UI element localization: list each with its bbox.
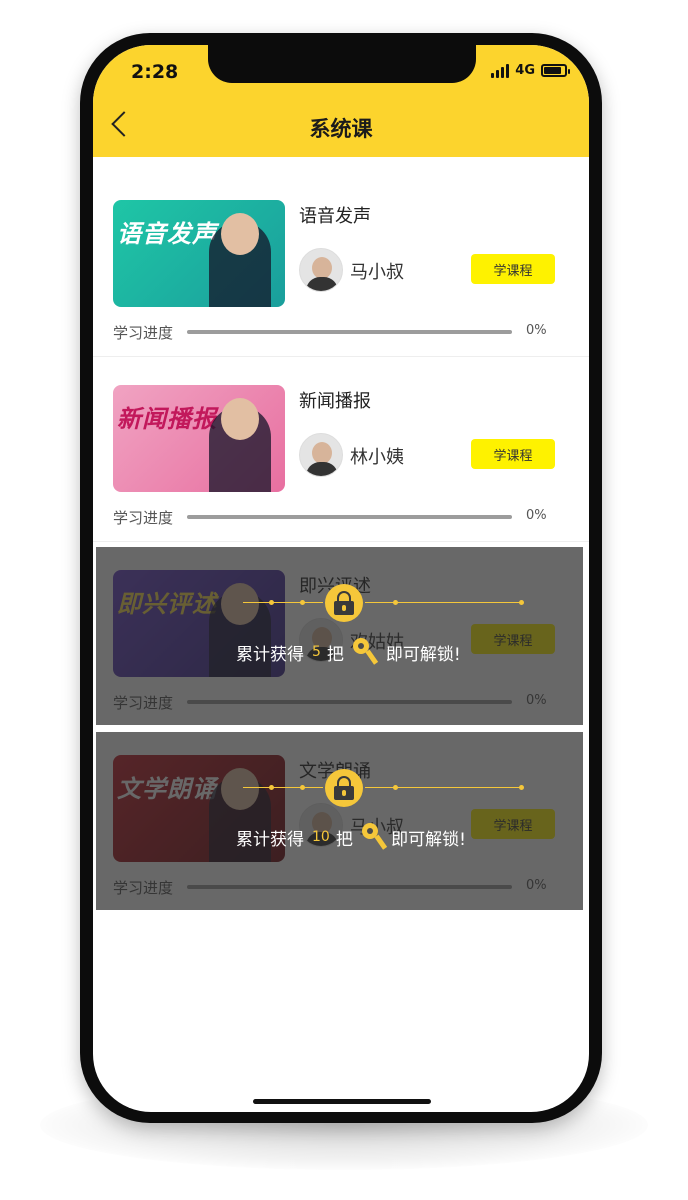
thumbnail-person-head <box>221 213 259 255</box>
course-card[interactable]: 文学朗诵文学朗诵马小叔学课程学习进度0%累计获得10把即可解锁! <box>93 727 589 912</box>
lock-dot <box>519 600 524 605</box>
battery-fill <box>544 67 561 74</box>
lock-line-right-far <box>393 787 521 788</box>
stage: 2:28 4G 系统课 语音发声 语音发声 马小叔 学课程 学习进度 0% 新闻播报 新闻播报… <box>0 0 688 1200</box>
lock-icon <box>325 584 363 622</box>
teacher-name: 马小叔 <box>350 262 404 283</box>
avatar-head <box>312 257 332 279</box>
unlock-suffix: 即可解锁! <box>385 644 461 665</box>
course-thumbnail[interactable]: 语音发声 <box>113 200 285 307</box>
unlock-key-count: 10 <box>312 829 330 845</box>
teacher-avatar <box>299 248 343 292</box>
lock-dot <box>519 785 524 790</box>
lock-line-left <box>243 787 323 788</box>
network-label: 4G <box>515 63 535 78</box>
lock-dot <box>300 785 305 790</box>
unlock-prefix: 累计获得 <box>236 644 304 665</box>
locked-overlay[interactable] <box>96 547 583 725</box>
teacher-name: 林小姨 <box>350 447 404 468</box>
thumbnail-person-head <box>221 398 259 440</box>
lock-dot <box>393 785 398 790</box>
progress-label: 学习进度 <box>113 324 174 342</box>
unlock-prefix: 累计获得 <box>236 829 304 850</box>
phone-screen: 2:28 4G 系统课 语音发声 语音发声 马小叔 学课程 学习进度 0% 新闻播报 新闻播报… <box>93 45 589 1112</box>
study-course-button[interactable]: 学课程 <box>471 439 555 469</box>
unlock-unit: 把 <box>335 829 353 850</box>
course-card[interactable]: 新闻播报 新闻播报 林小姨 学课程 学习进度 0% <box>93 357 589 542</box>
notch <box>208 45 476 83</box>
lock-line-right-far <box>393 602 521 603</box>
course-title[interactable]: 语音发声 <box>299 202 371 228</box>
avatar-head <box>312 442 332 464</box>
header-bar: 2:28 4G 系统课 <box>93 45 589 157</box>
lock-dot <box>300 600 305 605</box>
unlock-hint: 累计获得 5 把 即可解锁! <box>236 638 466 666</box>
page-title: 系统课 <box>309 117 373 141</box>
progress-value: 0% <box>526 508 547 523</box>
progress-value: 0% <box>526 323 547 338</box>
course-card[interactable]: 语音发声 语音发声 马小叔 学课程 学习进度 0% <box>93 172 589 357</box>
battery-icon <box>541 64 570 77</box>
lock-keyhole <box>342 790 346 796</box>
status-icons: 4G <box>491 63 570 78</box>
signal-icon <box>491 63 510 78</box>
avatar-body <box>306 462 338 476</box>
progress-label: 学习进度 <box>113 509 174 527</box>
key-bow-hole <box>366 828 373 834</box>
key-shaft <box>365 649 379 665</box>
lock-dot <box>269 785 274 790</box>
lock-icon <box>325 769 363 807</box>
teacher-avatar <box>299 433 343 477</box>
lock-keyhole <box>342 605 346 611</box>
unlock-hint: 累计获得 10 把 即可解锁! <box>236 823 466 851</box>
status-time: 2:28 <box>131 61 179 83</box>
key-icon <box>352 638 379 666</box>
avatar-body <box>306 277 338 291</box>
lock-dot <box>393 600 398 605</box>
thumbnail-title: 语音发声 <box>117 220 217 248</box>
course-thumbnail[interactable]: 新闻播报 <box>113 385 285 492</box>
unlock-key-count: 5 <box>312 644 321 660</box>
key-shaft <box>374 834 387 850</box>
key-bow-hole <box>357 643 364 649</box>
home-indicator[interactable] <box>253 1099 431 1104</box>
course-title[interactable]: 新闻播报 <box>299 387 371 413</box>
unlock-suffix: 即可解锁! <box>391 829 466 850</box>
thumbnail-title: 新闻播报 <box>117 405 217 433</box>
progress-bar <box>187 515 512 519</box>
lock-line-left <box>243 602 323 603</box>
unlock-unit: 把 <box>326 644 344 665</box>
locked-overlay[interactable] <box>96 732 583 910</box>
course-card[interactable]: 即兴评述即兴评述欢姑姑学课程学习进度0%累计获得5把即可解锁! <box>93 542 589 727</box>
study-course-button[interactable]: 学课程 <box>471 254 555 284</box>
progress-bar <box>187 330 512 334</box>
key-icon <box>361 823 387 851</box>
lock-dot <box>269 600 274 605</box>
